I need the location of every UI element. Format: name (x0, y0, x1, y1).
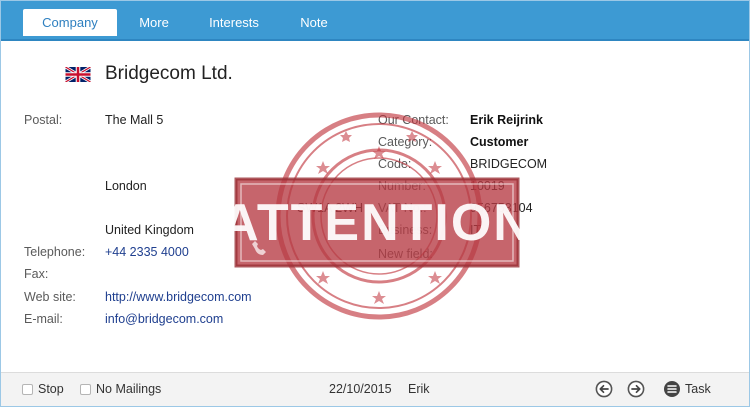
footer-date: 22/10/2015 (329, 382, 392, 396)
status-bar: Stop No Mailings 22/10/2015 Erik Task (1, 372, 749, 406)
no-mailings-checkbox[interactable] (80, 384, 91, 395)
email-label: E-mail: (24, 312, 63, 326)
uk-flag-icon (65, 66, 91, 82)
new-field-label: New field: (378, 247, 433, 261)
vat-label: VAT No.: (378, 201, 427, 215)
postal-street: The Mall 5 (105, 113, 164, 127)
fax-label: Fax: (24, 267, 49, 281)
tab-more[interactable]: More (125, 9, 183, 36)
tab-company[interactable]: Company (23, 9, 117, 36)
postal-postcode: SW1A 2WH (297, 201, 363, 215)
task-button-label[interactable]: Task (685, 382, 711, 396)
previous-arrow-icon[interactable] (595, 380, 613, 398)
telephone-label: Telephone: (24, 245, 86, 259)
postal-label: Postal: (24, 113, 63, 127)
tab-note[interactable]: Note (285, 9, 343, 36)
footer-user: Erik (408, 382, 430, 396)
number-value: 10019 (470, 179, 505, 193)
tab-bar: Company More Interests Note (1, 1, 749, 41)
task-menu-icon[interactable] (663, 380, 681, 398)
next-arrow-icon[interactable] (627, 380, 645, 398)
our-contact-value[interactable]: Erik Reijrink (470, 113, 543, 127)
telephone-value[interactable]: +44 2335 4000 (105, 245, 189, 259)
postal-country: United Kingdom (105, 223, 194, 237)
business-value: IT (470, 223, 482, 237)
number-label: Number: (378, 179, 426, 193)
code-label: Code: (378, 157, 412, 171)
vat-value: 956753104 (470, 201, 533, 215)
website-label: Web site: (24, 290, 76, 304)
no-mailings-label: No Mailings (96, 382, 162, 396)
company-header: Bridgecom Ltd. (65, 61, 233, 87)
company-name: Bridgecom Ltd. (105, 63, 233, 84)
category-label: Category: (378, 135, 433, 149)
website-link[interactable]: http://www.bridgecom.com (105, 290, 252, 304)
our-contact-label: Our Contact: (378, 113, 449, 127)
stop-label: Stop (38, 382, 64, 396)
business-label: Business: (378, 223, 433, 237)
stop-checkbox[interactable] (22, 384, 33, 395)
code-value: BRIDGECOM (470, 157, 548, 171)
company-card-window: Company More Interests Note Bridgecom Lt… (0, 0, 750, 407)
phone-icon (252, 241, 266, 255)
postal-city: London (105, 179, 147, 193)
category-value: Customer (470, 135, 529, 149)
tab-interests[interactable]: Interests (195, 9, 273, 36)
email-link[interactable]: info@bridgecom.com (105, 312, 223, 326)
